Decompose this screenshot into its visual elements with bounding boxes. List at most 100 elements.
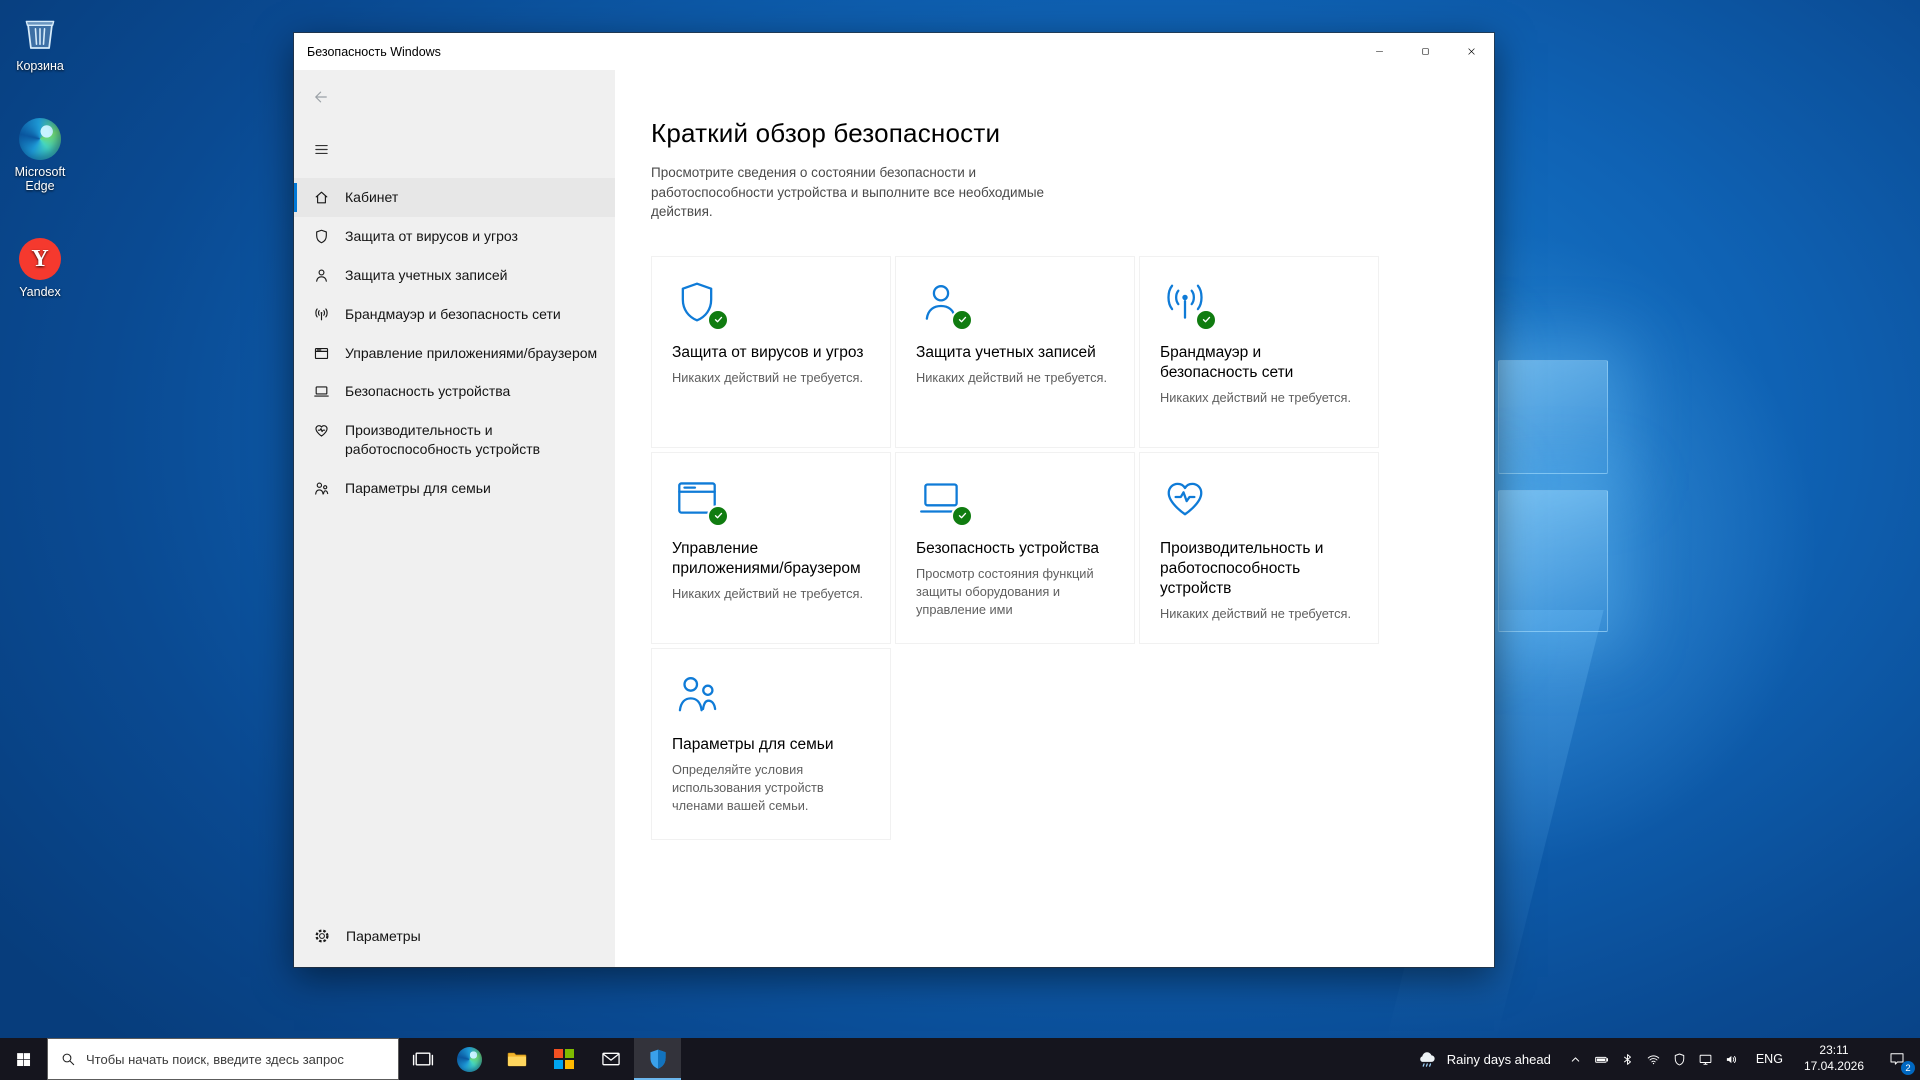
yandex-icon: Y — [19, 238, 61, 280]
tile-title: Брандмауэр и безопасность сети — [1160, 343, 1294, 381]
taskbar-windows-security-button[interactable] — [634, 1038, 681, 1080]
apps-icon — [313, 345, 330, 362]
edge-icon — [457, 1046, 482, 1072]
file-explorer-icon — [505, 1047, 529, 1071]
clock-date: 17.04.2026 — [1803, 1059, 1864, 1073]
desktop-icon-label: Yandex — [19, 285, 61, 299]
desktop-icon-yandex[interactable]: Y Yandex — [2, 238, 78, 299]
edge-icon — [19, 118, 61, 160]
taskbar-clock[interactable]: 23:11 17.04.2026 — [1794, 1038, 1874, 1080]
taskbar-file-explorer-button[interactable] — [493, 1038, 540, 1080]
status-check-icon — [951, 504, 973, 527]
tile-title: Защита учетных записей — [916, 343, 1096, 361]
page-title: Краткий обзор безопасности — [651, 118, 1001, 148]
close-icon — [1466, 46, 1477, 57]
sidebar-item-shield[interactable]: Защита от вирусов и угроз — [294, 217, 615, 256]
mail-icon — [600, 1048, 622, 1070]
sidebar-item-label: Кабинет — [345, 189, 399, 205]
tile-title: Производительность и работоспособность у… — [1160, 539, 1324, 597]
desktop-icon-label: Корзина — [16, 59, 64, 73]
windows-start-icon — [15, 1051, 32, 1068]
sidebar-item-label: Управление приложениями/браузером — [345, 344, 598, 361]
taskbar-task-view-button[interactable] — [399, 1038, 446, 1080]
start-button[interactable] — [0, 1038, 47, 1080]
bluetooth-icon[interactable] — [1615, 1038, 1641, 1080]
tile-device[interactable]: Безопасность устройства Просмотр состояни… — [895, 451, 1135, 644]
sidebar-item-health[interactable]: Производительность и работоспособность у… — [294, 411, 615, 469]
minimize-icon — [1374, 46, 1385, 57]
sidebar-item-home[interactable]: Кабинет — [294, 178, 615, 217]
status-check-icon — [707, 504, 729, 527]
hamburger-icon — [313, 141, 330, 158]
sidebar-item-label: Защита учетных записей — [345, 266, 508, 283]
tile-status: Определяйте условия использования устрой… — [672, 761, 824, 814]
close-button[interactable] — [1448, 33, 1494, 70]
tile-status: Никаких действий не требуется. — [1160, 606, 1352, 622]
tile-status: Никаких действий не требуется. — [672, 369, 864, 385]
shield-icon[interactable] — [1667, 1038, 1693, 1080]
recycle-bin-icon — [19, 12, 61, 54]
tile-apps[interactable]: Управление приложениями/браузером Никаких… — [651, 451, 891, 644]
person-icon — [916, 277, 973, 331]
store-icon — [553, 1049, 574, 1069]
hamburger-menu-button[interactable] — [300, 130, 342, 168]
titlebar[interactable]: Безопасность Windows — [294, 33, 1494, 70]
tile-person[interactable]: Защита учетных записей Никаких действий н… — [895, 255, 1135, 448]
maximize-icon — [1420, 46, 1431, 57]
weather-icon — [1416, 1048, 1438, 1070]
notification-badge: 2 — [1901, 1061, 1915, 1075]
desktop-icon-label: Microsoft Edge — [14, 165, 66, 193]
sidebar-item-device[interactable]: Безопасность устройства — [294, 372, 615, 411]
sidebar-item-settings[interactable]: Параметры — [294, 917, 615, 955]
tile-network[interactable]: Брандмауэр и безопасность сети Никаких де… — [1139, 255, 1379, 448]
tile-status: Никаких действий не требуется. — [916, 369, 1108, 385]
search-input[interactable] — [86, 1051, 398, 1067]
taskbar-edge-button[interactable] — [446, 1038, 493, 1080]
tile-family[interactable]: Параметры для семьи Определяйте условия и… — [651, 647, 891, 840]
taskbar-search[interactable] — [47, 1038, 399, 1080]
sidebar-item-network[interactable]: Брандмауэр и безопасность сети — [294, 295, 615, 334]
tile-title: Безопасность устройства — [916, 539, 1100, 557]
language-indicator[interactable]: ENG — [1745, 1038, 1794, 1080]
home-icon — [313, 189, 330, 206]
display-icon[interactable] — [1693, 1038, 1719, 1080]
taskbar-mail-button[interactable] — [587, 1038, 634, 1080]
search-icon — [60, 1051, 76, 1067]
window-title: Безопасность Windows — [307, 44, 441, 59]
status-check-icon — [707, 308, 729, 331]
tile-title: Параметры для семьи — [672, 735, 834, 753]
tile-shield[interactable]: Защита от вирусов и угроз Никаких действи… — [651, 255, 891, 448]
tiles-grid: Защита от вирусов и угроз Никаких действи… — [651, 255, 1494, 840]
device-icon — [313, 383, 330, 400]
taskbar-weather[interactable]: Rainy days ahead — [1404, 1038, 1563, 1080]
system-tray — [1563, 1038, 1745, 1080]
sidebar: Кабинет Защита от вирусов и угроз Защита у… — [294, 70, 615, 967]
back-arrow-icon — [312, 88, 330, 106]
tile-title: Защита от вирусов и угроз — [672, 343, 864, 361]
minimize-button[interactable] — [1356, 33, 1402, 70]
windows-security-window: Безопасность Windows Кабинет Защита от ви… — [293, 32, 1495, 968]
desktop-icon-edge[interactable]: Microsoft Edge — [2, 118, 78, 193]
sidebar-item-person[interactable]: Защита учетных записей — [294, 256, 615, 295]
tile-status: Никаких действий не требуется. — [1160, 389, 1352, 405]
tile-status: Никаких действий не требуется. — [672, 585, 864, 601]
taskbar-pinned-apps — [399, 1038, 681, 1080]
desktop-icon-recycle-bin[interactable]: Корзина — [2, 12, 78, 73]
maximize-button[interactable] — [1402, 33, 1448, 70]
volume-icon[interactable] — [1719, 1038, 1745, 1080]
main-content: Краткий обзор безопасности Просмотрите с… — [615, 70, 1494, 967]
gear-icon — [313, 927, 331, 945]
tile-health[interactable]: Производительность и работоспособность у… — [1139, 451, 1379, 644]
sidebar-item-family[interactable]: Параметры для семьи — [294, 469, 615, 508]
wifi-icon[interactable] — [1641, 1038, 1667, 1080]
taskbar-store-button[interactable] — [540, 1038, 587, 1080]
sidebar-item-apps[interactable]: Управление приложениями/браузером — [294, 334, 615, 373]
action-center-button[interactable]: 2 — [1874, 1038, 1920, 1080]
apps-icon — [672, 473, 729, 527]
back-button[interactable] — [300, 80, 342, 114]
battery-icon[interactable] — [1589, 1038, 1615, 1080]
health-icon — [313, 422, 330, 439]
sidebar-item-label: Параметры для семьи — [345, 480, 491, 497]
chevron-up-icon[interactable] — [1563, 1038, 1589, 1080]
sidebar-item-label: Производительность и работоспособность у… — [345, 422, 541, 458]
